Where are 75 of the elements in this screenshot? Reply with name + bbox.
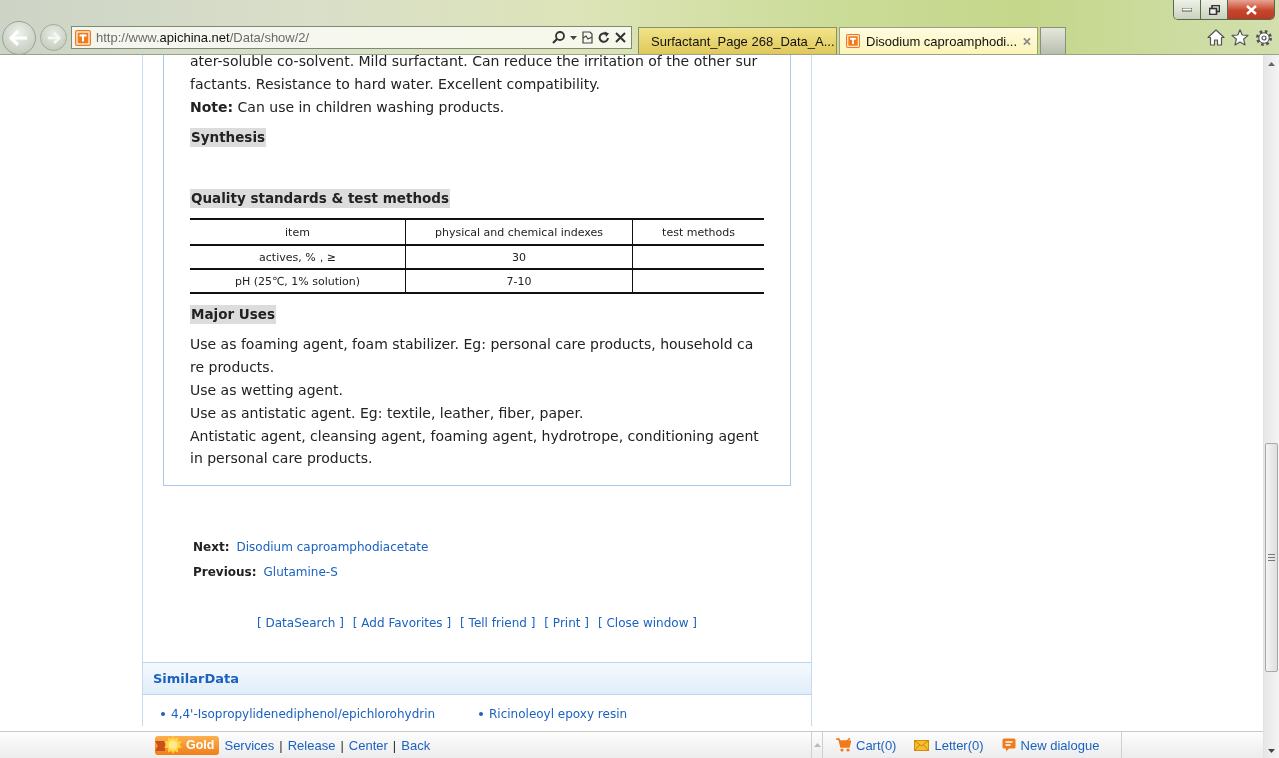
site-icon [846,33,861,49]
section-heading: Major Uses [190,305,276,325]
separator-text: | [392,737,397,753]
compatibility-view-icon[interactable] [582,31,593,44]
toolbar-link[interactable]: Back [401,737,431,753]
letter-link[interactable]: Letter(0) [914,737,984,753]
new-tab-button[interactable] [1040,27,1066,54]
close-icon[interactable] [1023,36,1031,46]
speech-bubble-icon [1001,738,1016,752]
note-text: Note: Can use in children washing products. [190,97,506,117]
arrow-right-icon [46,31,61,44]
close-button[interactable] [1228,0,1274,19]
previous-label: Previous: [193,564,257,582]
browser-tab[interactable]: Surfactant_Page 268_Data_A... [638,27,837,54]
refresh-icon[interactable] [598,31,610,44]
column-header: physical and chemical indexes [405,219,633,246]
cart-icon [836,738,851,752]
separator-text: | [340,737,344,753]
use-text: Use as wetting agent. [190,381,344,400]
grip-icon [1268,554,1275,561]
close-icon [1245,4,1257,15]
browser-tab[interactable]: Disodium caproamphodi... [839,27,1038,54]
scroll-down-icon[interactable] [1268,749,1275,753]
address-bar[interactable]: http://www.apichina.net/Data/show/2/ [71,26,632,49]
stop-icon[interactable] [615,32,626,43]
toolbar-link[interactable]: Center [348,737,388,753]
similar-data-title: SimilarData [153,671,239,687]
use-text: Use as antistatic agent. Eg: textile, leather, fiber, paper. [190,403,585,423]
similar-item-link[interactable]: 4,4'-Isopropylidenediphenol/epichlorohydrin [171,704,436,725]
scroll-up-icon[interactable] [1268,62,1275,66]
section-heading: Synthesis [190,128,267,148]
action-link[interactable]: [ DataSearch ] [257,613,344,634]
minimize-button[interactable] [1174,0,1201,19]
action-link[interactable]: [ Add Favorites ] [352,613,452,634]
description-text: ater-soluble co-solvent. Mild surfactant. Can reduce the irritation of the other sur factants. Resistance to hard water. Excellent compatibility. [190,55,759,94]
toolbar-link[interactable]: Services [224,737,275,753]
minimize-icon [1182,7,1192,12]
table-cell: 30 [405,245,633,270]
medal-icon [155,735,185,755]
section-heading: Quality standards & test methods [190,189,450,209]
bullet-icon [479,712,483,717]
site-icon [75,29,91,46]
new-dialogue-link[interactable]: New dialogue [1001,737,1100,753]
next-label: Next: [193,539,230,557]
caret-up-icon [813,743,821,747]
table-cell: actives, %，≥ [190,245,406,270]
use-text: Antistatic agent, cleansing agent, foaming agent, hydrotrope, conditioning agent in personal care products. [190,426,760,469]
table-cell: pH (25℃, 1% solution) [190,269,406,294]
url-text: http://www.apichina.net/Data/show/2/ [96,30,310,45]
settings-icon[interactable] [1255,28,1273,47]
envelope-icon [914,739,930,751]
bullet-icon [161,712,165,717]
scrollbar[interactable] [1263,55,1279,758]
search-icon[interactable] [552,31,565,44]
action-link[interactable]: [ Close window ] [597,613,697,634]
similar-item-link[interactable]: Ricinoleoyl epoxy resin [489,704,628,725]
previous-link[interactable]: Glutamine-S [263,560,338,586]
cart-link[interactable]: Cart(0) [836,737,897,753]
star-icon[interactable] [1231,29,1249,46]
next-link[interactable]: Disodium caproamphodiacetate [236,535,429,561]
back-button[interactable] [2,20,36,55]
column-header: test methods [632,219,764,246]
table-cell: 7-10 [405,269,633,294]
home-icon[interactable] [1207,29,1225,46]
scrollbar-thumb[interactable] [1265,443,1278,672]
caret-icon[interactable] [570,35,577,40]
restore-icon [1208,4,1220,15]
use-text: Use as foaming agent, foam stabilizer. Eg: personal care products, household ca re products. [190,335,755,378]
toolbar-link[interactable]: Release [287,737,336,753]
separator-text: | [279,737,283,753]
arrow-left-icon [9,29,29,46]
action-link[interactable]: [ Print ] [544,613,589,634]
column-header: item [190,219,406,246]
restore-button[interactable] [1201,0,1228,19]
action-link[interactable]: [ Tell friend ] [460,613,536,634]
